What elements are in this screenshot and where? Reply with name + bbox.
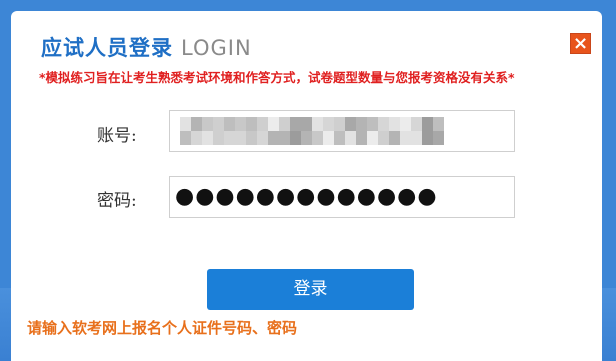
account-label: 账号: bbox=[97, 126, 137, 146]
login-dialog: 应试人员登录 LOGIN × *模拟练习旨在让考生熟悉考试环境和作答方式，试卷题型… bbox=[11, 11, 602, 361]
password-value: ●●●●●●●●●●●●● bbox=[175, 184, 438, 209]
dialog-title-cn: 应试人员登录 bbox=[41, 36, 173, 60]
password-label: 密码: bbox=[97, 191, 137, 211]
account-value-blurred bbox=[180, 117, 450, 145]
login-button[interactable]: 登录 bbox=[207, 269, 414, 310]
login-hint: 请输入软考网上报名个人证件号码、密码 bbox=[27, 319, 298, 337]
close-button[interactable]: × bbox=[570, 33, 591, 54]
notice-text: *模拟练习旨在让考生熟悉考试环境和作答方式，试卷题型数量与您报考资格没有关系* bbox=[39, 70, 515, 85]
account-field[interactable] bbox=[169, 110, 515, 152]
close-icon: × bbox=[572, 33, 589, 54]
dialog-title: 应试人员登录 LOGIN bbox=[41, 33, 252, 65]
password-field[interactable]: ●●●●●●●●●●●●● bbox=[169, 176, 515, 218]
dialog-title-en: LOGIN bbox=[181, 36, 252, 60]
